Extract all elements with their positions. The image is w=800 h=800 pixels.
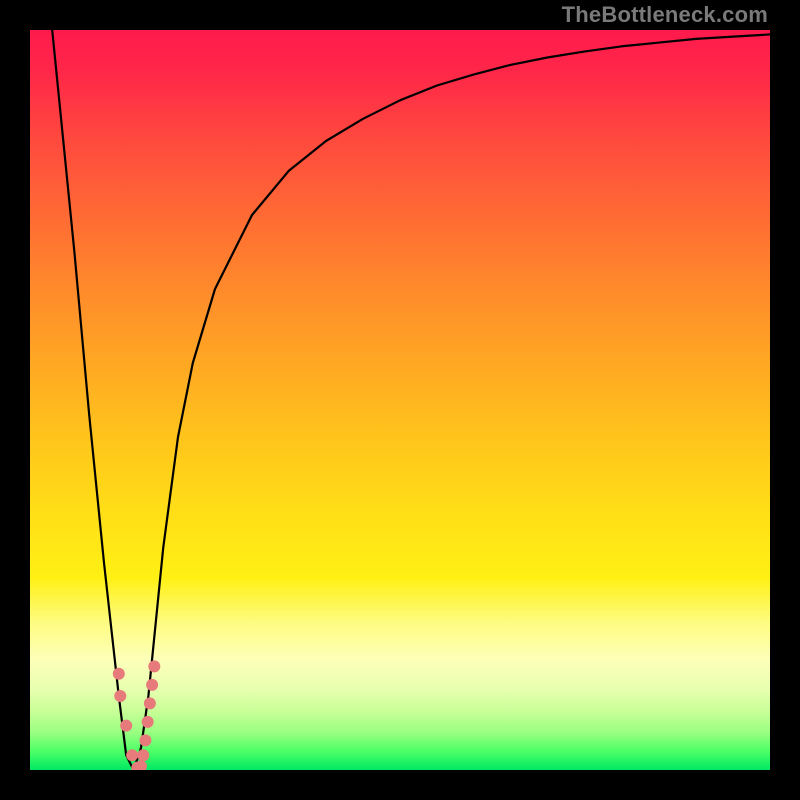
- data-point: [139, 734, 151, 746]
- data-point: [146, 679, 158, 691]
- data-point: [114, 690, 126, 702]
- plot-area: [30, 30, 770, 770]
- bottleneck-curve: [52, 30, 770, 770]
- watermark-text: TheBottleneck.com: [562, 2, 768, 28]
- data-point: [148, 660, 160, 672]
- data-point: [137, 749, 149, 761]
- data-point: [142, 716, 154, 728]
- chart-svg: [30, 30, 770, 770]
- data-point: [144, 697, 156, 709]
- data-point-markers: [113, 660, 161, 770]
- data-point: [113, 668, 125, 680]
- data-point: [120, 720, 132, 732]
- data-point: [126, 749, 138, 761]
- chart-frame: TheBottleneck.com: [0, 0, 800, 800]
